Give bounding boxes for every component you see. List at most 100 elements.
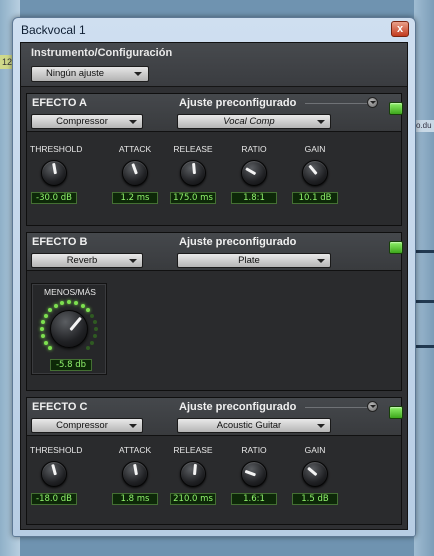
release-label: RELEASE — [173, 445, 213, 455]
attack-control: ATTACK 1.8 ms — [111, 445, 159, 505]
effect-a-panel: EFECTO A Ajuste preconfigurado Compresso… — [26, 93, 403, 226]
instrument-preset-dropdown[interactable]: Ningún ajuste — [31, 66, 149, 82]
threshold-value: -30.0 dB — [31, 192, 77, 204]
reverb-mix-control: MENOS/MÁS -5.8 db — [31, 283, 107, 375]
led-dot — [53, 303, 58, 308]
attack-label: ATTACK — [118, 445, 152, 455]
effect-b-header: EFECTO B Ajuste preconfigurado Reverb Pl… — [27, 233, 403, 271]
led-dot — [90, 313, 95, 318]
threshold-knob[interactable] — [41, 461, 67, 487]
attack-value: 1.2 ms — [112, 192, 158, 204]
knob-indicator — [191, 162, 196, 175]
knob-indicator — [192, 463, 197, 476]
led-dot — [43, 313, 48, 318]
effect-b-type-value: Reverb — [66, 255, 98, 266]
waveform-mark — [414, 300, 434, 303]
led-dot — [94, 327, 98, 331]
attack-value: 1.8 ms — [112, 493, 158, 505]
reverb-mix-knob[interactable] — [50, 310, 88, 348]
gain-knob[interactable] — [302, 160, 328, 186]
release-value: 175.0 ms — [170, 192, 216, 204]
threshold-control: THRESHOLD -30.0 dB — [30, 144, 83, 204]
ratio-knob[interactable] — [241, 160, 267, 186]
reverb-mix-value: -5.8 db — [50, 359, 92, 371]
effect-c-header: EFECTO C Ajuste preconfigurado Compresso… — [27, 398, 403, 436]
window-titlebar[interactable]: Backvocal 1 x — [13, 18, 415, 42]
effect-c-preset-dropdown[interactable]: Acoustic Guitar — [177, 418, 331, 433]
effect-a-preset-dropdown[interactable]: Vocal Comp — [177, 114, 331, 129]
threshold-label: THRESHOLD — [30, 445, 83, 455]
attack-control: ATTACK 1.2 ms — [111, 144, 159, 204]
knob-indicator — [51, 162, 57, 175]
chevron-down-icon — [134, 72, 142, 76]
divider — [305, 103, 373, 104]
chevron-down-icon — [129, 120, 137, 124]
effect-b-preset-dropdown[interactable]: Plate — [177, 253, 331, 268]
release-knob[interactable] — [180, 160, 206, 186]
knob-indicator — [307, 164, 318, 175]
ratio-value: 1.8:1 — [231, 192, 277, 204]
reverb-mix-label: MENOS/MÁS — [44, 287, 96, 297]
chevron-down-icon — [129, 424, 137, 428]
daw-track-area-right — [414, 0, 434, 556]
chevron-down-icon — [317, 259, 325, 263]
preset-menu-icon[interactable] — [367, 401, 378, 412]
led-dot — [47, 346, 52, 351]
close-button[interactable]: x — [391, 21, 409, 37]
led-dot — [80, 303, 85, 308]
effect-c-enable-toggle[interactable] — [389, 406, 403, 419]
led-dot — [86, 346, 91, 351]
effect-c-title: EFECTO C — [32, 401, 88, 413]
threshold-label: THRESHOLD — [30, 144, 83, 154]
led-dot — [47, 307, 52, 312]
ratio-control: RATIO 1.6:1 — [230, 445, 278, 505]
attack-label: ATTACK — [118, 144, 152, 154]
led-dot — [40, 327, 44, 331]
ratio-label: RATIO — [241, 144, 267, 154]
knob-indicator — [244, 167, 256, 176]
ratio-knob[interactable] — [241, 461, 267, 487]
ratio-label: RATIO — [241, 445, 267, 455]
threshold-knob[interactable] — [41, 160, 67, 186]
led-dot — [93, 320, 98, 324]
chevron-down-icon — [317, 424, 325, 428]
gain-knob[interactable] — [302, 461, 328, 487]
daw-clip-tag-right: o.du — [414, 120, 434, 132]
attack-knob[interactable] — [122, 461, 148, 487]
release-label: RELEASE — [173, 144, 213, 154]
close-icon: x — [396, 23, 404, 35]
led-dot — [40, 333, 45, 338]
divider — [305, 407, 373, 408]
effect-b-type-dropdown[interactable]: Reverb — [31, 253, 143, 268]
led-dot — [67, 300, 71, 304]
gain-value: 10.1 dB — [292, 192, 338, 204]
knob-indicator — [132, 463, 138, 476]
effect-a-type-dropdown[interactable]: Compressor — [31, 114, 143, 129]
preset-menu-icon[interactable] — [367, 97, 378, 108]
threshold-control: THRESHOLD -18.0 dB — [30, 445, 83, 505]
effect-a-type-value: Compressor — [56, 116, 108, 127]
effect-c-type-dropdown[interactable]: Compressor — [31, 418, 143, 433]
effect-a-preset-label: Ajuste preconfigurado — [179, 97, 297, 109]
effect-c-preset-label: Ajuste preconfigurado — [179, 401, 297, 413]
knob-indicator — [50, 463, 57, 476]
effect-c-type-value: Compressor — [56, 420, 108, 431]
effect-b-enable-toggle[interactable] — [389, 241, 403, 254]
release-knob[interactable] — [180, 461, 206, 487]
ratio-value: 1.6:1 — [231, 493, 277, 505]
plugin-client-area: Instrumento/Configuración Ningún ajuste … — [20, 42, 408, 530]
led-dot — [40, 320, 45, 324]
release-value: 210.0 ms — [170, 493, 216, 505]
knob-indicator — [68, 316, 82, 331]
effect-b-preset-value: Plate — [238, 255, 260, 266]
effect-a-header: EFECTO A Ajuste preconfigurado Compresso… — [27, 94, 403, 132]
threshold-value: -18.0 dB — [31, 493, 77, 505]
gain-label: GAIN — [304, 144, 326, 154]
effect-a-enable-toggle[interactable] — [389, 102, 403, 115]
gain-control: GAIN 10.1 dB — [291, 144, 339, 204]
chevron-down-icon — [317, 120, 325, 124]
window-title: Backvocal 1 — [21, 23, 86, 37]
attack-knob[interactable] — [122, 160, 148, 186]
release-control: RELEASE 210.0 ms — [169, 445, 217, 505]
led-dot — [90, 340, 95, 345]
